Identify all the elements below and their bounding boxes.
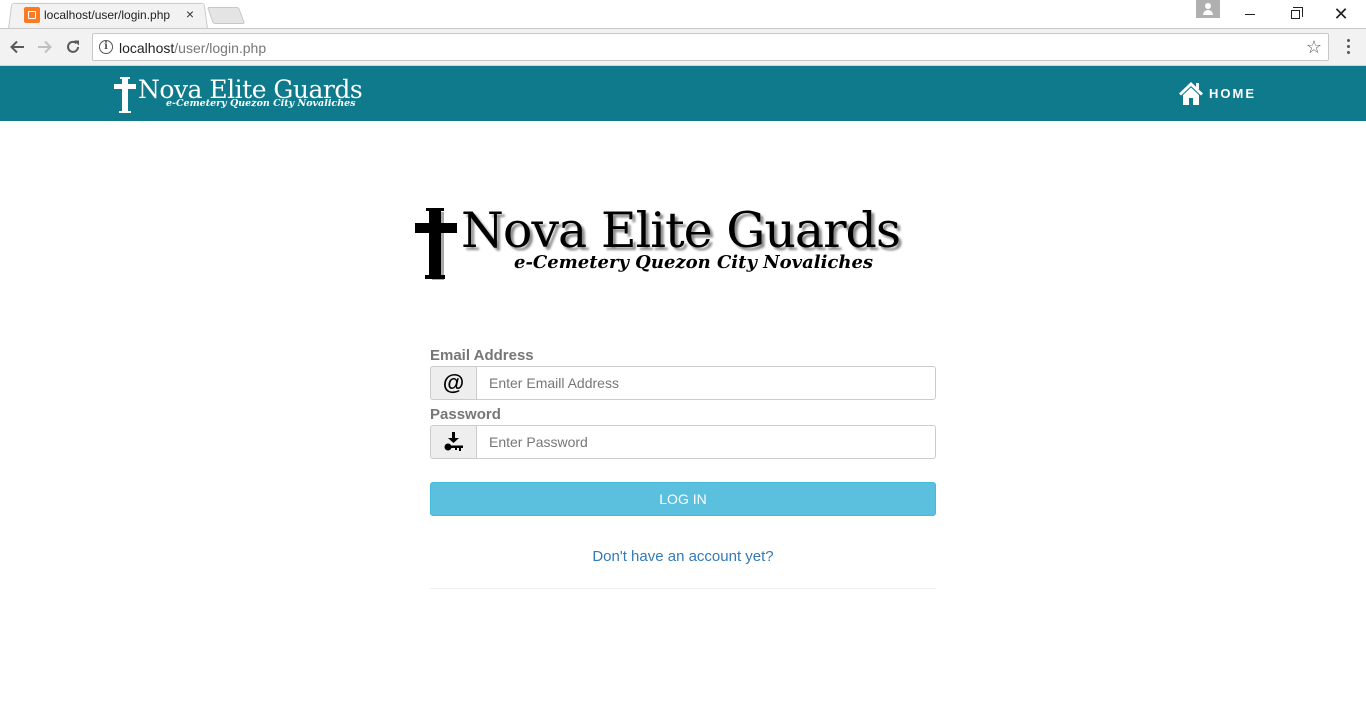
- url-host: localhost: [119, 40, 175, 56]
- email-input-group: @: [430, 366, 936, 400]
- profile-icon[interactable]: [1196, 0, 1220, 18]
- browser-tab[interactable]: localhost/user/login.php ×: [14, 3, 204, 28]
- minimize-button[interactable]: [1227, 0, 1273, 28]
- logo-subtitle: e-Cemetery Quezon City Novaliches: [514, 252, 874, 273]
- site-navbar: Nova Elite Guards e-Cemetery Quezon City…: [0, 66, 1366, 121]
- minimize-icon: [1245, 13, 1255, 15]
- logo-title: Nova Elite Guards: [461, 202, 901, 259]
- email-label: Email Address: [430, 347, 534, 364]
- password-label: Password: [430, 406, 501, 423]
- new-tab-button[interactable]: [206, 7, 246, 24]
- brand-subtitle: e-Cemetery Quezon City Novaliches: [166, 98, 356, 109]
- browser-tab-strip: localhost/user/login.php × ✕: [0, 0, 1366, 30]
- home-label: HOME: [1209, 85, 1256, 101]
- restore-icon: [1290, 6, 1303, 19]
- at-sign-icon: @: [430, 366, 476, 400]
- signup-link[interactable]: Don't have an account yet?: [430, 548, 936, 565]
- bookmark-star-icon[interactable]: ☆: [1306, 37, 1322, 58]
- key-icon-graphic: [444, 432, 463, 451]
- browser-toolbar: i localhost/user/login.php ☆: [0, 29, 1366, 66]
- navbar-brand[interactable]: Nova Elite Guards e-Cemetery Quezon City…: [114, 75, 364, 115]
- forward-button[interactable]: [34, 36, 56, 58]
- window-close-button[interactable]: ✕: [1318, 0, 1364, 28]
- reload-icon: [67, 40, 79, 53]
- cross-icon: [114, 77, 136, 113]
- tab-title: localhost/user/login.php: [44, 8, 171, 22]
- favicon-icon: [24, 7, 40, 23]
- nav-home-link[interactable]: HOME: [1178, 79, 1256, 107]
- url-text[interactable]: localhost/user/login.php: [119, 40, 266, 56]
- login-button[interactable]: LOG IN: [430, 482, 936, 516]
- restore-button[interactable]: [1272, 0, 1318, 28]
- url-path: /user/login.php: [174, 40, 267, 56]
- arrow-left-icon: [10, 40, 24, 54]
- password-input-group: [430, 425, 936, 459]
- browser-menu-icon[interactable]: [1340, 36, 1356, 58]
- key-icon: [430, 425, 476, 459]
- address-bar[interactable]: i localhost/user/login.php ☆: [92, 33, 1329, 61]
- arrow-right-icon: [38, 40, 52, 54]
- email-field[interactable]: [476, 366, 936, 400]
- main-logo: Nova Elite Guards e-Cemetery Quezon City…: [414, 202, 914, 282]
- back-button[interactable]: [6, 36, 28, 58]
- tab-close-icon[interactable]: ×: [182, 5, 198, 23]
- form-divider: [430, 588, 936, 589]
- info-icon[interactable]: i: [99, 40, 113, 54]
- reload-button[interactable]: [62, 36, 84, 58]
- login-form: Email Address @ Password LOG IN Don't ha…: [430, 345, 936, 589]
- password-field[interactable]: [476, 425, 936, 459]
- cross-icon: [415, 208, 457, 280]
- home-icon: [1179, 82, 1203, 105]
